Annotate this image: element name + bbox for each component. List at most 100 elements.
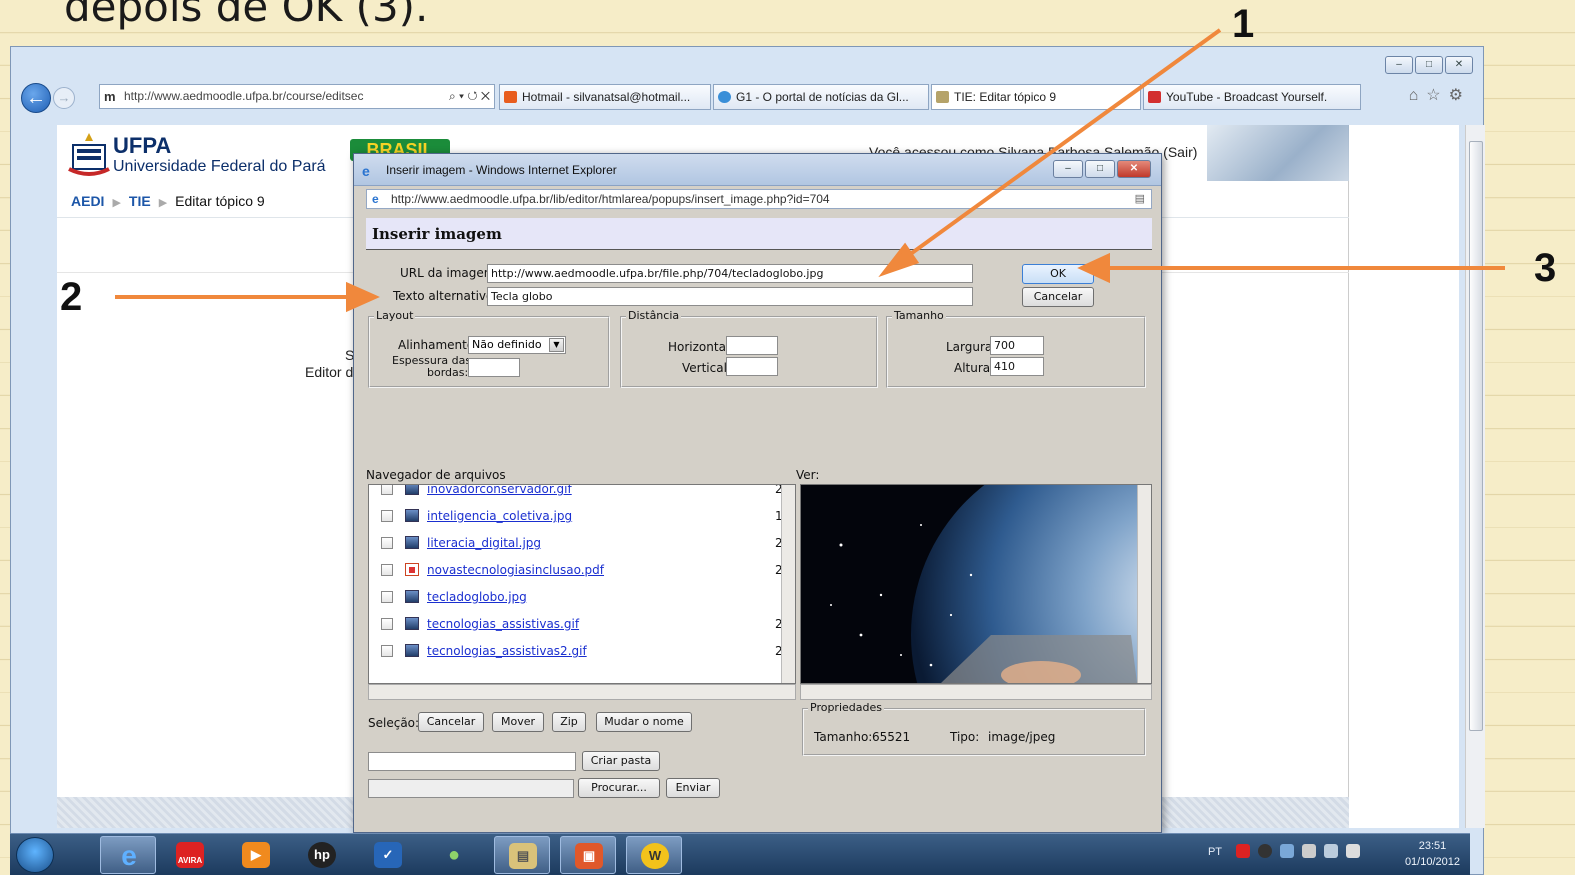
file-link[interactable]: inovadorconservador.gif [427,485,572,496]
create-folder-button[interactable]: Criar pasta [582,751,660,771]
popup-maximize-button[interactable]: □ [1085,160,1115,178]
chevron-down-icon[interactable]: ▼ [549,338,564,352]
language-indicator[interactable]: PT [1208,846,1222,858]
tab-tie[interactable]: TIE: Editar tópico 9 [931,84,1141,110]
taskbar-app[interactable]: ✓ [360,836,416,874]
maximize-button[interactable]: □ [1415,56,1443,74]
file-link[interactable]: novastecnologiasinclusao.pdf [427,563,604,577]
size-prop-label: Tamanho: [814,730,873,744]
list-item[interactable]: literacia_digital.jpg 2 [379,533,789,553]
width-input[interactable]: 700 [990,336,1044,355]
taskbar-ie[interactable]: e [100,836,156,874]
type-prop-label: Tipo: [950,730,980,744]
file-link[interactable]: inteligencia_coletiva.jpg [427,509,572,523]
browser-toolbar-icons[interactable]: ⌂☆⚙ [1409,85,1471,105]
folder-name-input[interactable] [368,752,576,771]
preview-label: Ver: [796,468,820,482]
preview-scrollbar[interactable] [1137,485,1151,683]
file-link[interactable]: tecnologias_assistivas.gif [427,617,579,631]
page-scrollbar[interactable] [1465,125,1485,828]
list-item[interactable]: tecnologias_assistivas2.gif 2 [379,641,789,661]
checkbox[interactable] [381,591,393,603]
preview-image [801,485,1137,683]
hp-tray-icon[interactable] [1258,844,1272,858]
checkbox[interactable] [381,537,393,549]
flag-icon[interactable] [1302,844,1316,858]
list-item[interactable]: inovadorconservador.gif 2 [379,485,789,499]
cancel-button[interactable]: Cancelar [1022,287,1094,307]
forward-button[interactable]: → [53,87,75,109]
scroll-thumb[interactable] [1469,141,1483,731]
popup-address-bar[interactable]: e http://www.aedmoodle.ufpa.br/lib/edito… [366,189,1152,209]
vertical-input[interactable] [726,357,778,376]
network-icon[interactable] [1324,844,1338,858]
breadcrumb-aedi[interactable]: AEDI [71,193,104,209]
avira-tray-icon[interactable] [1236,844,1250,858]
border-input[interactable] [468,358,520,377]
checkbox[interactable] [381,645,393,657]
system-tray [1236,844,1360,858]
distance-legend: Distância [626,309,682,322]
checkbox[interactable] [381,618,393,630]
align-select[interactable]: Não definido ▼ [468,336,566,354]
tab-hotmail[interactable]: Hotmail - silvanatsal@hotmail... [499,84,711,110]
file-list[interactable]: inovadorconservador.gif 2 inteligencia_co… [368,484,796,684]
callout-3: 3 [1534,246,1557,290]
file-link[interactable]: tecladoglobo.jpg [427,590,527,604]
file-list-hscrollbar[interactable] [368,684,796,700]
taskbar-explorer[interactable]: ▤ [494,836,550,874]
tab-label: G1 - O portal de notícias da Gl... [736,90,909,104]
minimize-button[interactable]: – [1385,56,1413,74]
tab-g1[interactable]: G1 - O portal de notícias da Gl... [713,84,929,110]
list-item[interactable]: tecladoglobo.jpg [379,587,789,607]
file-link[interactable]: literacia_digital.jpg [427,536,541,550]
address-bar[interactable]: m http://www.aedmoodle.ufpa.br/course/ed… [99,84,495,109]
taskbar-hp[interactable]: hp [294,836,350,874]
preview-hscrollbar[interactable] [800,684,1152,700]
ufpa-logo-icon [68,133,110,176]
popup-close-button[interactable]: ✕ [1117,160,1151,178]
horizontal-input[interactable] [726,336,778,355]
checkbox[interactable] [381,485,393,495]
address-tools[interactable]: ⌕ ▾ ↺ ✕ [444,85,490,108]
taskbar-media[interactable]: ▶ [228,836,284,874]
file-list-scrollbar[interactable] [781,485,795,683]
start-button[interactable] [16,837,54,873]
callout-1: 1 [1232,2,1255,46]
height-input[interactable]: 410 [990,357,1044,376]
device-tray-icon[interactable] [1280,844,1294,858]
tab-label: Hotmail - silvanatsal@hotmail... [522,90,691,104]
move-button[interactable]: Mover [492,712,544,732]
taskbar-powerpoint[interactable]: ▣ [560,836,616,874]
browse-button[interactable]: Procurar... [578,778,660,798]
taskbar-app2[interactable]: W [626,836,682,874]
list-item[interactable]: novastecnologiasinclusao.pdf 2 [379,560,789,580]
rename-button[interactable]: Mudar o nome [596,712,692,732]
ie-icon: e [372,192,379,206]
back-button[interactable]: ← [21,83,51,113]
url-label: URL da imagem: [400,266,500,280]
zip-button[interactable]: Zip [552,712,586,732]
tab-youtube[interactable]: YouTube - Broadcast Yourself. [1143,84,1361,110]
horizontal-label: Horizontal: [668,340,734,354]
clock[interactable]: 23:51 01/10/2012 [1405,838,1460,870]
ok-button[interactable]: OK [1022,264,1094,284]
breadcrumb-tie[interactable]: TIE [129,193,151,209]
taskbar-avira[interactable]: AVIRA [162,836,218,874]
size-prop-value: 65521 [872,730,911,744]
file-link[interactable]: tecnologias_assistivas2.gif [427,644,587,658]
alt-text-input[interactable]: Tecla globo [487,287,973,306]
close-button[interactable]: ✕ [1445,56,1473,74]
checkbox[interactable] [381,564,393,576]
image-url-input[interactable]: http://www.aedmoodle.ufpa.br/file.php/70… [487,264,973,283]
list-item[interactable]: inteligencia_coletiva.jpg 1 [379,506,789,526]
volume-icon[interactable] [1346,844,1360,858]
list-item[interactable]: tecnologias_assistivas.gif 2 [379,614,789,634]
send-button[interactable]: Enviar [666,778,720,798]
cancel-selection-button[interactable]: Cancelar [418,712,484,732]
checkbox[interactable] [381,510,393,522]
upload-file-input[interactable] [368,779,574,798]
taskbar-contacts[interactable]: ● [426,836,482,874]
popup-minimize-button[interactable]: – [1053,160,1083,178]
type-prop-value: image/jpeg [988,730,1056,744]
